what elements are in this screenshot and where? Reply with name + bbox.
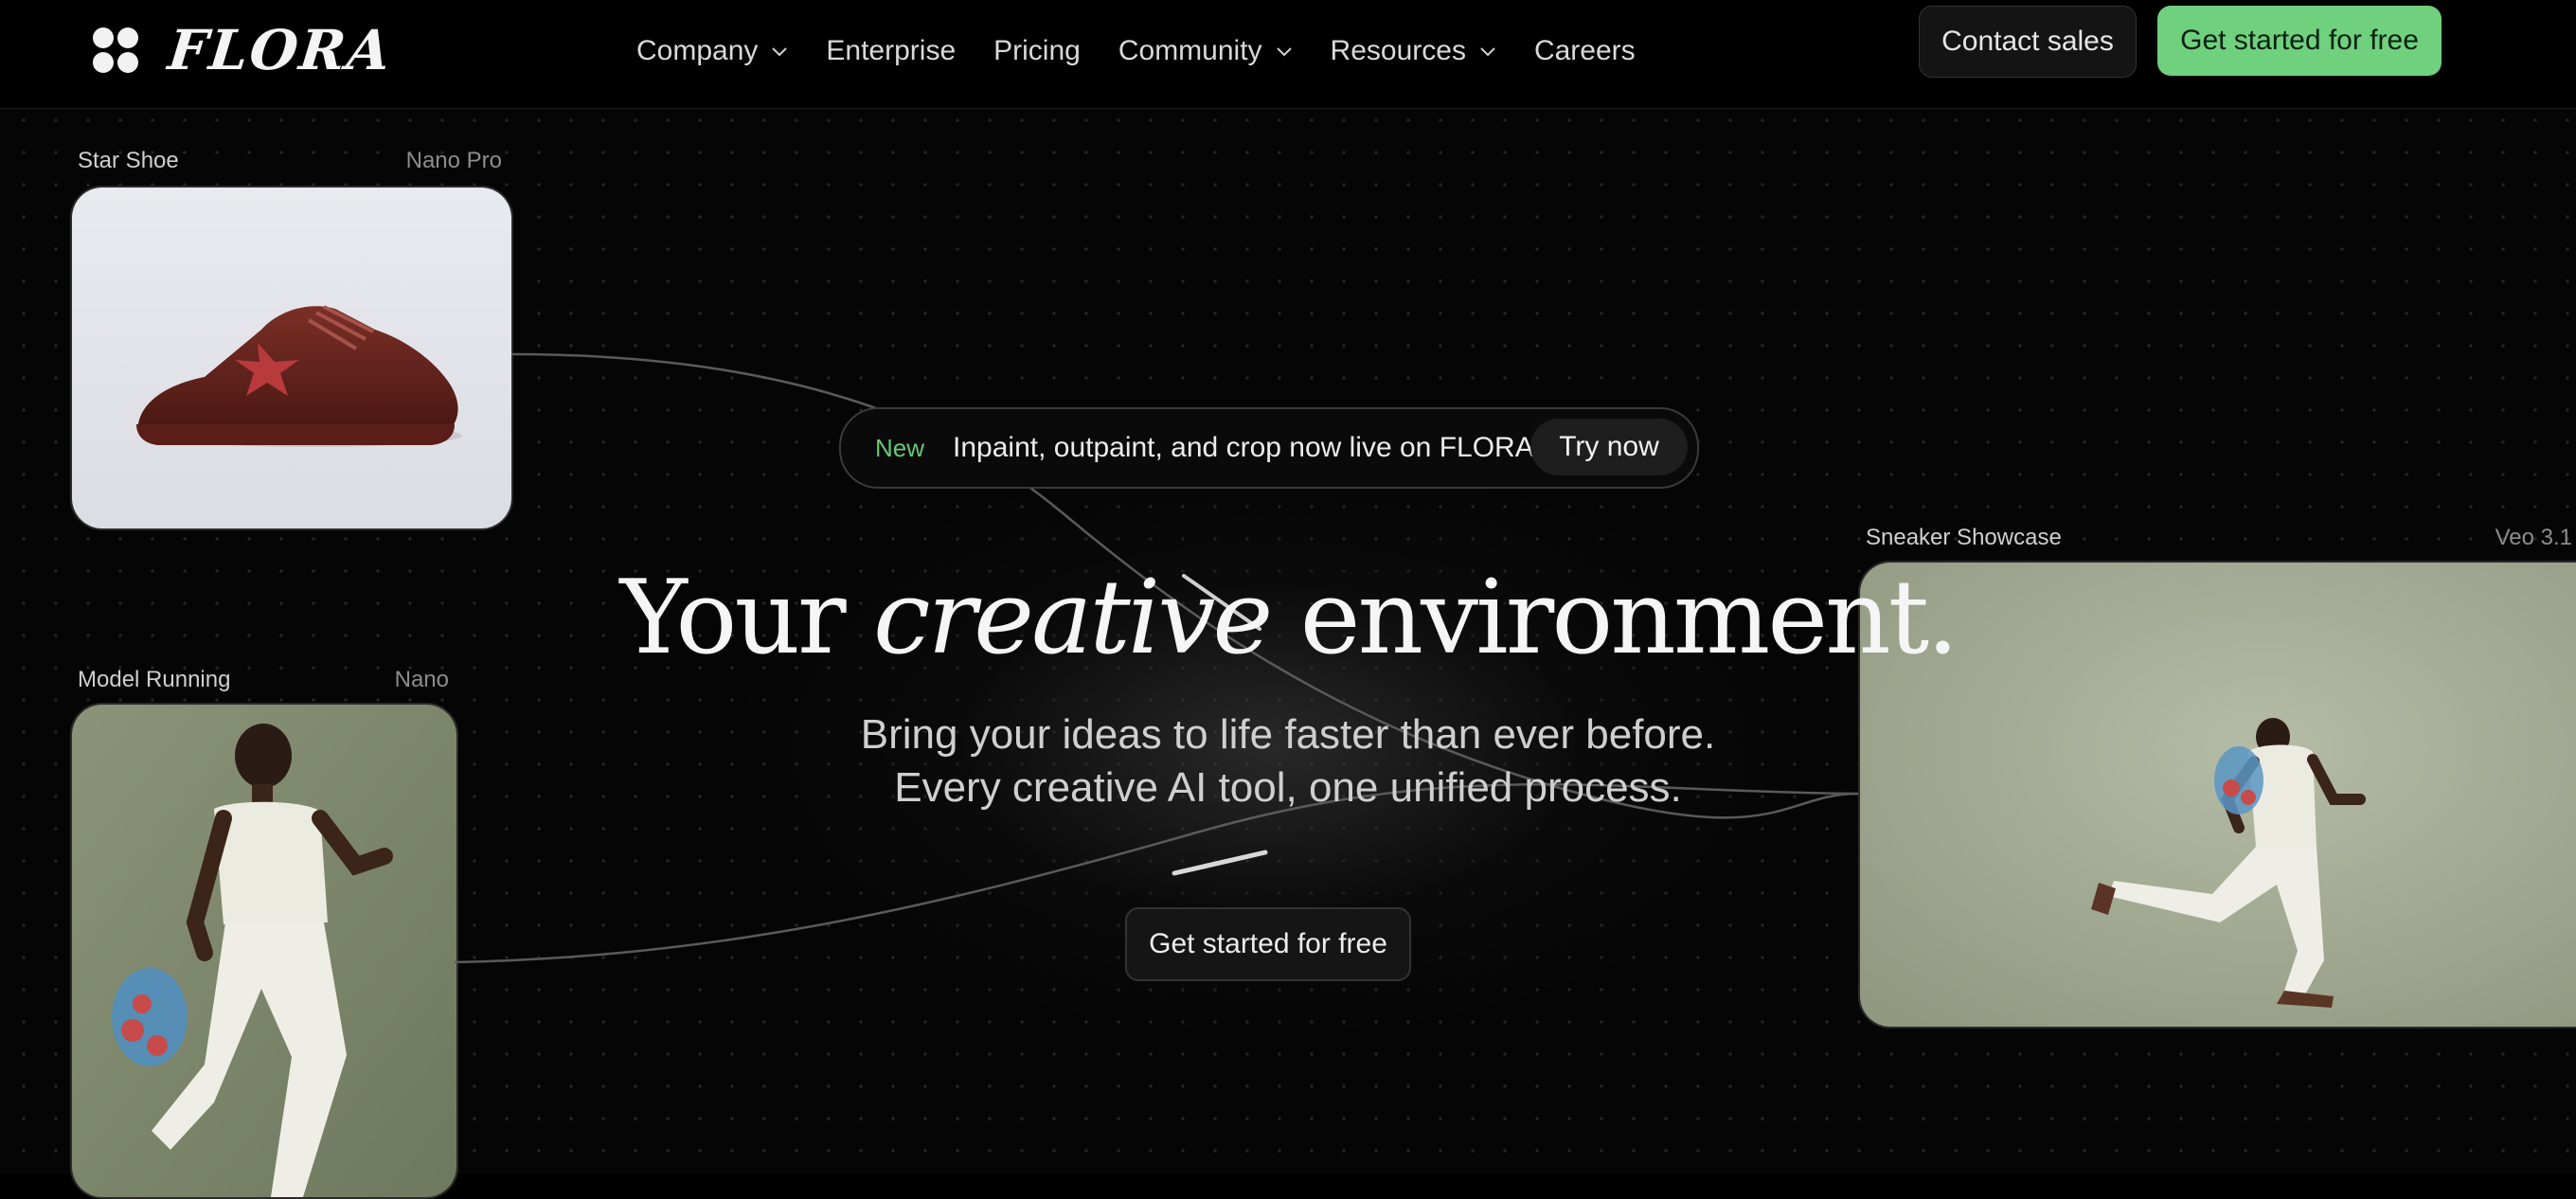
hero-headline: Your creative environment. <box>530 559 2046 677</box>
nav-enterprise-label: Enterprise <box>826 35 957 66</box>
brand-logo[interactable]: FLORA <box>91 17 396 83</box>
hero-get-started-button[interactable]: Get started for free <box>1125 907 1411 981</box>
card-title-star-shoe: Star Shoe <box>78 148 179 173</box>
nav-pricing-label: Pricing <box>993 35 1081 66</box>
contact-sales-button[interactable]: Contact sales <box>1919 6 2137 78</box>
flora-flower-icon <box>93 27 138 73</box>
headline-word-your: Your <box>619 559 847 677</box>
chevron-down-icon <box>1480 47 1495 57</box>
chevron-down-icon <box>1276 47 1292 57</box>
top-navigation: FLORA Company Enterprise Pricing Communi… <box>0 0 2576 109</box>
try-now-button[interactable]: Try now <box>1530 419 1688 475</box>
nav-resources[interactable]: Resources <box>1331 35 1496 67</box>
announcement-pill: New Inpaint, outpaint, and crop now live… <box>839 407 1699 489</box>
nav-community-label: Community <box>1118 35 1262 66</box>
nav-pricing[interactable]: Pricing <box>993 35 1081 67</box>
nav-community[interactable]: Community <box>1118 35 1293 67</box>
announcement-text: Inpaint, outpaint, and crop now live on … <box>953 432 1534 463</box>
card-model-star-shoe: Nano Pro <box>405 148 502 173</box>
headline-word-environment: environment. <box>1299 559 1959 677</box>
nav-company-label: Company <box>636 35 759 66</box>
hero-subheadline: Bring your ideas to life faster than eve… <box>625 708 1951 814</box>
card-model-running[interactable] <box>70 703 458 1199</box>
subheadline-line-1: Bring your ideas to life faster than eve… <box>860 711 1716 758</box>
card-model-sneaker-showcase: Veo 3.1 <box>2495 525 2572 550</box>
nav-enterprise[interactable]: Enterprise <box>826 35 956 67</box>
headline-word-creative: creative <box>872 559 1273 677</box>
nav-careers-label: Careers <box>1533 35 1636 66</box>
get-started-button[interactable]: Get started for free <box>2157 6 2442 76</box>
runner-image <box>72 705 456 1197</box>
card-title-sneaker-showcase: Sneaker Showcase <box>1866 525 2062 550</box>
nav-links: Company Enterprise Pricing Community Res… <box>636 21 1673 81</box>
card-title-model-running: Model Running <box>78 667 231 692</box>
chevron-down-icon <box>772 47 788 57</box>
shoe-image <box>72 188 511 528</box>
new-badge: New <box>875 433 925 462</box>
nav-careers[interactable]: Careers <box>1534 35 1636 67</box>
nav-resources-label: Resources <box>1330 35 1466 66</box>
card-model-model-running: Nano <box>394 667 449 692</box>
nav-company[interactable]: Company <box>636 35 788 67</box>
card-star-shoe[interactable] <box>70 186 513 530</box>
brand-wordmark: FLORA <box>165 18 396 82</box>
subheadline-line-2: Every creative AI tool, one unified proc… <box>894 764 1682 811</box>
